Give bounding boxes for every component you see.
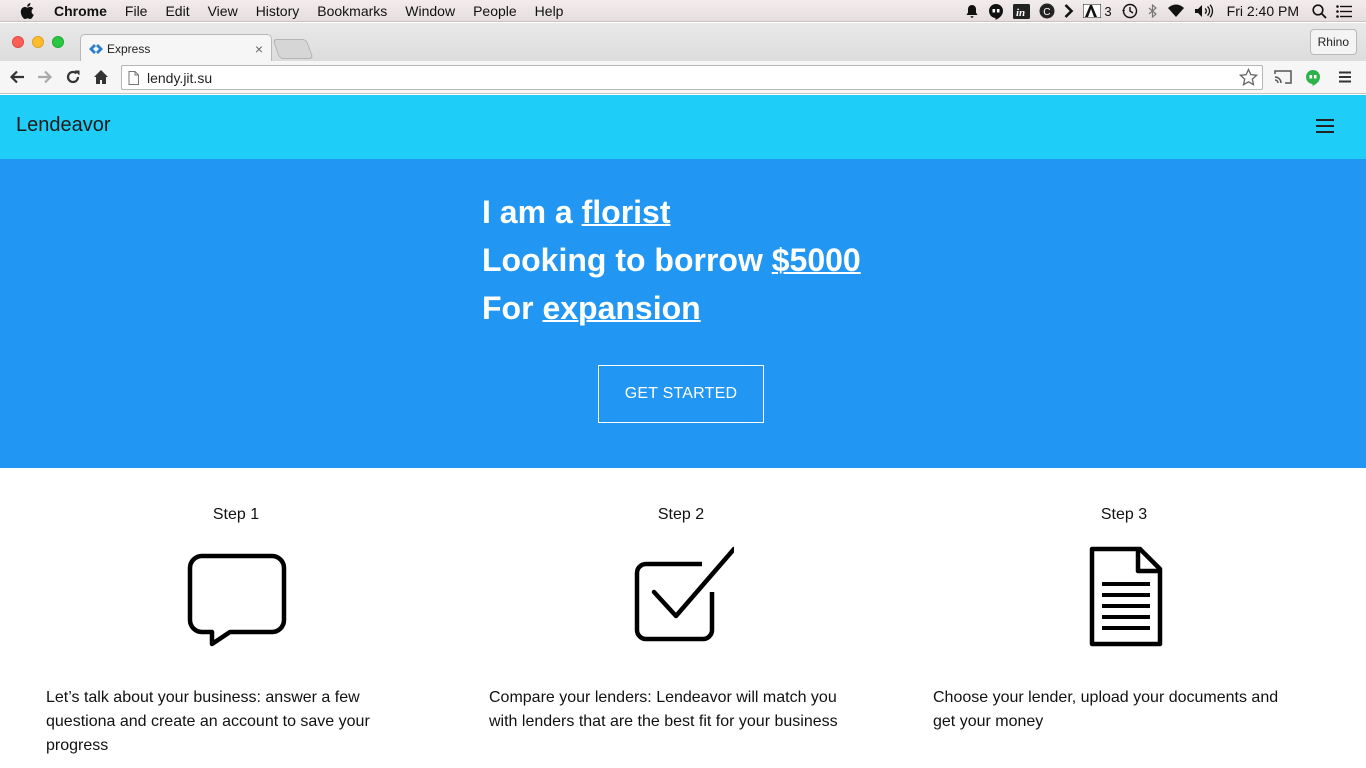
tab-close-icon[interactable]: × [255, 41, 263, 57]
new-tab-button[interactable] [272, 39, 314, 59]
volume-icon[interactable] [1194, 0, 1214, 22]
chevron-right-icon[interactable] [1064, 0, 1074, 22]
notification-center-icon[interactable] [1336, 0, 1352, 22]
cast-icon[interactable] [1272, 67, 1294, 87]
notification-bell-icon[interactable] [965, 0, 979, 22]
profession-link[interactable]: florist [582, 194, 671, 230]
steps-section: Step 1 Let’s talk about your business: a… [0, 468, 1366, 768]
express-favicon-icon [89, 42, 103, 56]
hero-line-amount: Looking to borrow $5000 [482, 242, 861, 279]
svg-text:C: C [1044, 7, 1051, 18]
checkbox-icon [495, 546, 865, 650]
window-minimize-button[interactable] [32, 36, 44, 48]
purpose-link[interactable]: expansion [542, 290, 700, 326]
site-navbar: Lendeavor [0, 95, 1366, 159]
svg-text:in: in [1016, 7, 1025, 19]
menu-help[interactable]: Help [535, 3, 564, 19]
hero-line2-prefix: Looking to borrow [482, 242, 772, 278]
hero-line3-prefix: For [482, 290, 543, 326]
bookmark-star-icon[interactable] [1238, 67, 1259, 90]
spotlight-search-icon[interactable] [1312, 0, 1327, 22]
back-arrow-icon[interactable] [7, 67, 27, 87]
hero-line1-prefix: I am a [482, 194, 582, 230]
menu-file[interactable]: File [125, 3, 148, 19]
menubar-clock[interactable]: Fri 2:40 PM [1227, 3, 1299, 19]
browser-tab-active[interactable]: Express × [80, 34, 272, 62]
address-bar[interactable]: lendy.jit.su [121, 65, 1263, 90]
hero-line-purpose: For expansion [482, 290, 701, 327]
tab-title: Express [107, 41, 151, 56]
step-3-text: Choose your lender, upload your document… [933, 689, 1279, 730]
wifi-icon[interactable] [1167, 0, 1185, 22]
step-3-title: Step 3 [1100, 506, 1148, 523]
chrome-menu-icon[interactable] [1334, 67, 1356, 87]
step-2-text: Compare your lenders: Lendeavor will mat… [489, 689, 838, 730]
time-machine-icon[interactable] [1121, 0, 1139, 22]
site-brand[interactable]: Lendeavor [16, 114, 111, 137]
window-maximize-button[interactable] [52, 36, 64, 48]
macos-menubar: Chrome File Edit View History Bookmarks … [0, 0, 1366, 22]
step-1-title: Step 1 [212, 506, 260, 523]
menu-window[interactable]: Window [405, 3, 455, 19]
menu-bookmarks[interactable]: Bookmarks [317, 3, 387, 19]
reload-icon[interactable] [63, 67, 83, 87]
get-started-button[interactable]: GET STARTED [598, 365, 764, 423]
bluetooth-icon[interactable] [1148, 0, 1158, 22]
url-text[interactable]: lendy.jit.su [147, 70, 212, 86]
menu-people[interactable]: People [473, 3, 517, 19]
menu-edit[interactable]: Edit [165, 3, 189, 19]
hero-line-profession: I am a florist [482, 194, 671, 231]
menu-chrome[interactable]: Chrome [54, 3, 107, 19]
hangouts-icon[interactable] [988, 0, 1004, 22]
step-1-text: Let’s talk about your business: answer a… [46, 689, 370, 754]
window-close-button[interactable] [12, 36, 24, 48]
amount-link[interactable]: $5000 [772, 242, 861, 278]
step-2-title: Step 2 [657, 506, 705, 523]
hero-section: I am a florist Looking to borrow $5000 F… [0, 159, 1366, 468]
adobe-badge-count: 3 [1104, 3, 1112, 19]
home-icon[interactable] [91, 67, 111, 87]
clipboard-app-icon[interactable]: C [1039, 0, 1055, 22]
browser-tabstrip: Express × Rhino [0, 23, 1366, 62]
document-icon [940, 546, 1310, 650]
menu-history[interactable]: History [256, 3, 300, 19]
adobe-tray[interactable]: 3 [1083, 0, 1112, 22]
hamburger-menu-icon[interactable] [1316, 119, 1334, 133]
speech-bubble-icon [53, 546, 423, 650]
forward-arrow-icon[interactable] [35, 67, 55, 87]
profile-button[interactable]: Rhino [1309, 29, 1357, 55]
invision-icon[interactable]: in [1013, 0, 1031, 22]
apple-menu-icon[interactable] [20, 2, 38, 19]
menu-view[interactable]: View [208, 3, 238, 19]
page-icon [128, 70, 139, 85]
browser-toolbar: lendy.jit.su [0, 61, 1366, 94]
hangouts-extension-icon[interactable] [1302, 67, 1324, 87]
